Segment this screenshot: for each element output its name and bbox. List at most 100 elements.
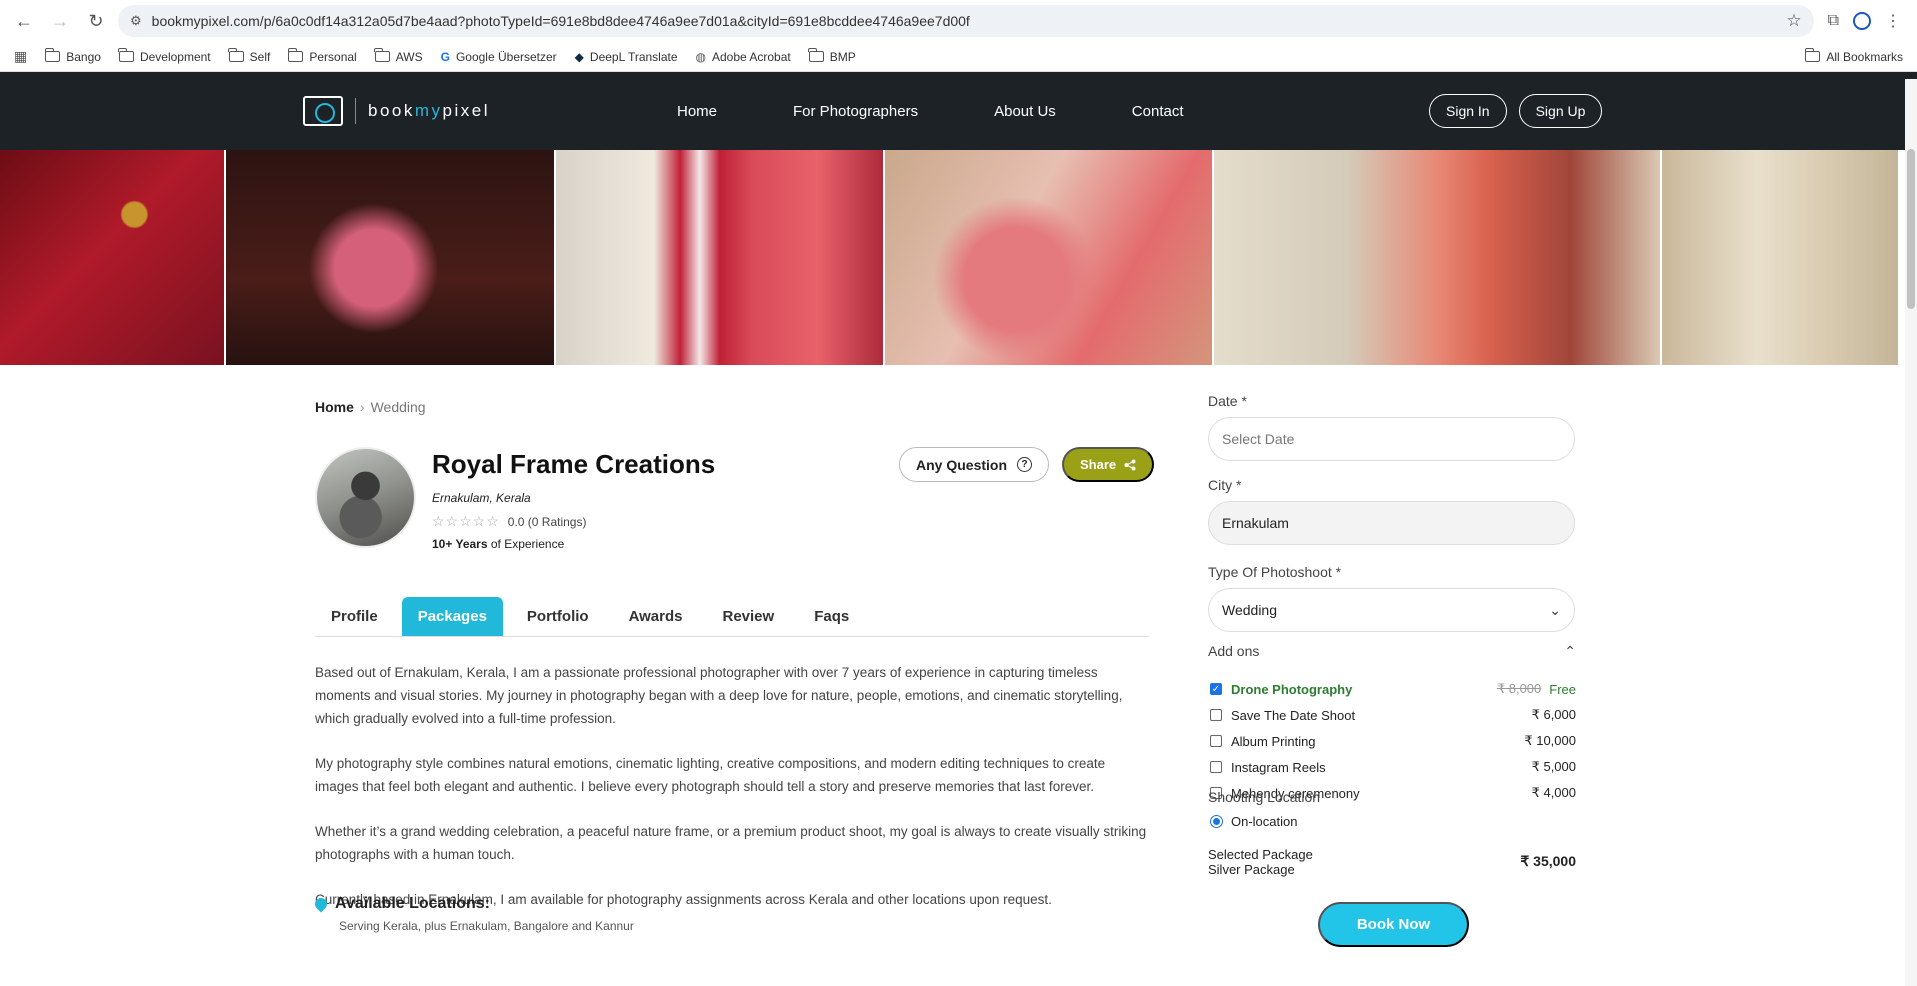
addon-save-the-date[interactable]: Save The Date Shoot ₹ 6,000 [1208,702,1576,728]
city-input[interactable]: Ernakulam [1208,501,1575,545]
date-label: Date * [1208,393,1247,409]
site-info-icon[interactable]: ⚙ [130,13,142,29]
tab-awards[interactable]: Awards [613,597,699,636]
photo-gallery [0,150,1917,365]
star-rating-icon: ☆☆☆☆☆ [432,513,500,529]
tab-faqs[interactable]: Faqs [798,597,865,636]
photographer-name: Royal Frame Creations [432,449,716,479]
folder-icon [228,48,244,62]
rating: ☆☆☆☆☆ 0.0 (0 Ratings) [432,513,586,530]
nav-contact[interactable]: Contact [1132,103,1184,120]
city-label: City * [1208,477,1242,493]
sign-up-button[interactable]: Sign Up [1518,94,1603,128]
main-nav: Home For Photographers About Us Contact [677,103,1184,120]
scrollbar[interactable] [1905,79,1917,986]
addon-album-printing[interactable]: Album Printing ₹ 10,000 [1208,728,1576,754]
any-question-button[interactable]: Any Question ? [899,447,1050,482]
shooting-location-label: Shooting Location [1208,789,1321,805]
bookmark-development[interactable]: Development [118,48,211,64]
addons-header[interactable]: Add ons ⌃ [1208,643,1576,660]
bookmark-bango[interactable]: Bango [44,48,101,64]
all-bookmarks[interactable]: All Bookmarks [1804,48,1903,64]
nav-about-us[interactable]: About Us [994,103,1056,120]
checkbox[interactable] [1210,709,1222,721]
sign-in-button[interactable]: Sign In [1429,94,1507,128]
selected-package: Selected Package Silver Package ₹ 35,000 [1208,847,1576,877]
addon-instagram-reels[interactable]: Instagram Reels ₹ 5,000 [1208,754,1576,780]
tab-portfolio[interactable]: Portfolio [511,597,605,636]
photographer-location: Ernakulam, Kerala [432,491,531,505]
bio-paragraph: My photography style combines natural em… [315,756,1106,794]
nav-for-photographers[interactable]: For Photographers [793,103,918,120]
browser-toolbar: ← → ↻ ⚙ bookmypixel.com/p/6a0c0df14a312a… [0,0,1917,42]
google-translate-icon: G [440,49,450,64]
gallery-photo[interactable] [1662,150,1898,365]
addons-list: ✓ Drone Photography ₹ 8,000 Free Save Th… [1208,676,1576,806]
experience: 10+ Years of Experience [432,537,565,551]
folder-icon [374,48,390,62]
back-icon[interactable]: ← [10,7,38,35]
tab-packages[interactable]: Packages [401,597,503,636]
question-icon: ? [1017,457,1033,472]
site-logo[interactable]: bookmypixel [303,96,490,126]
radio-selected[interactable] [1210,815,1223,828]
folder-icon [1804,48,1821,62]
folder-icon [118,48,134,62]
available-locations: Available Locations: Serving Kerala, plu… [312,895,634,933]
book-now-button[interactable]: Book Now [1318,902,1469,947]
chevron-up-icon: ⌃ [1564,643,1576,659]
site-header: bookmypixel Home For Photographers About… [0,72,1917,150]
checkbox[interactable]: ✓ [1210,683,1222,695]
page-content: Home › Wedding Royal Frame Creations Ernak… [0,365,1917,947]
share-button[interactable]: Share [1062,447,1155,482]
date-input[interactable]: Select Date [1208,417,1575,461]
breadcrumb-current: Wedding [370,399,426,415]
tab-profile[interactable]: Profile [315,597,394,636]
address-bar[interactable]: ⚙ bookmypixel.com/p/6a0c0df14a312a05d7be… [118,5,1814,37]
bookmark-personal[interactable]: Personal [287,48,357,64]
nav-home[interactable]: Home [677,103,717,120]
bio-text: Based out of Ernakulam, Kerala, I am a p… [315,661,1149,933]
package-price: ₹ 35,000 [1520,853,1576,869]
bookmark-self[interactable]: Self [228,48,270,64]
globe-icon: ◍ [695,49,706,64]
bookmark-aws[interactable]: AWS [374,48,423,64]
bookmark-deepl[interactable]: ◆ DeepL Translate [575,50,678,64]
rating-text: 0.0 (0 Ratings) [507,514,587,529]
gallery-photo[interactable] [226,150,554,365]
profile-tabs: Profile Packages Portfolio Awards Review… [315,597,1149,637]
tab-review[interactable]: Review [707,597,791,636]
breadcrumb-home[interactable]: Home [315,399,354,415]
gallery-photo[interactable] [556,150,883,365]
checkbox[interactable] [1210,761,1222,773]
menu-icon[interactable]: ⋮ [1885,11,1901,31]
photoshoot-type-label: Type Of Photoshoot * [1208,564,1342,580]
bookmark-adobe-acrobat[interactable]: ◍ Adobe Acrobat [696,50,791,64]
share-icon [1124,459,1136,470]
photoshoot-type-select[interactable]: Wedding ⌄ [1208,588,1575,632]
bio-paragraph: Whether it’s a grand wedding celebration… [315,824,1147,862]
breadcrumb: Home › Wedding [315,399,426,415]
folder-icon [808,48,824,62]
deepl-icon: ◆ [574,49,584,64]
reload-icon[interactable]: ↻ [82,7,110,35]
gallery-photo[interactable] [885,150,1212,365]
profile-icon[interactable] [1853,12,1871,30]
location-pin-icon [312,895,330,913]
gallery-photo[interactable] [1214,150,1660,365]
on-location-radio[interactable]: On-location [1208,814,1297,829]
apps-grid-icon[interactable]: ▦ [14,48,27,65]
chevron-down-icon: ⌄ [1549,601,1561,618]
bio-paragraph: Based out of Ernakulam, Kerala, I am a p… [315,665,1123,726]
folder-icon [44,48,61,62]
bookmark-google-translate[interactable]: G Google Übersetzer [441,50,557,64]
checkbox[interactable] [1210,735,1222,747]
bookmark-bmp[interactable]: BMP [808,48,856,64]
forward-icon[interactable]: → [46,7,74,35]
gallery-photo[interactable] [0,150,224,365]
bookmark-star-icon[interactable]: ☆ [1786,11,1801,31]
addon-drone-photography[interactable]: ✓ Drone Photography ₹ 8,000 Free [1208,676,1576,702]
extensions-icon[interactable]: ⧉ [1828,12,1839,30]
profile-header: Royal Frame Creations Ernakulam, Kerala … [315,447,1155,557]
bookmarks-bar: ▦ Bango Development Self Personal AWS GG… [0,42,1917,72]
